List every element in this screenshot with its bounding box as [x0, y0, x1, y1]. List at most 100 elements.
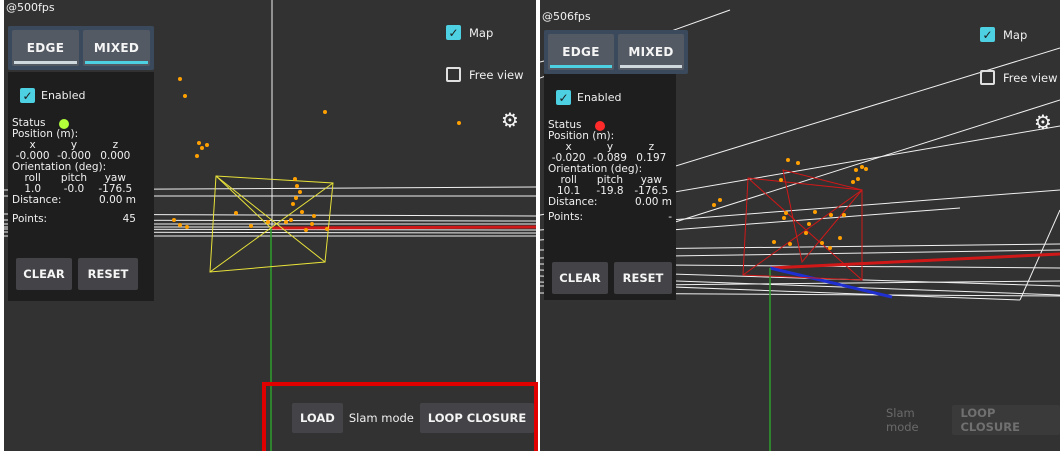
status-indicator-icon: [595, 120, 606, 131]
checkbox-checked-icon[interactable]: ✓: [980, 27, 995, 42]
checkbox-checked-icon[interactable]: ✓: [20, 88, 35, 103]
points-value: 45: [122, 213, 136, 225]
map-point: [854, 168, 858, 172]
map-point: [813, 210, 817, 214]
points-value: -: [668, 211, 672, 223]
map-toggle[interactable]: ✓ Map: [980, 27, 1027, 42]
fps-counter: @500fps: [6, 1, 55, 14]
map-point: [851, 180, 855, 184]
x-axis-line: [271, 225, 536, 230]
free-view-label: Free view: [469, 67, 524, 82]
map-point: [300, 210, 304, 214]
map-point: [249, 224, 253, 228]
tab-indicator: [620, 65, 682, 68]
map-point: [183, 94, 187, 98]
map-point: [842, 213, 846, 217]
gear-icon[interactable]: ⚙: [1034, 112, 1052, 132]
map-point: [325, 227, 329, 231]
map-point: [178, 223, 182, 227]
points-row: Points: 45: [12, 214, 136, 225]
tab-mixed[interactable]: MIXED: [618, 34, 684, 70]
slam-mode-label: Slam mode: [886, 406, 919, 434]
camera-frustum: [742, 169, 863, 281]
enabled-label: Enabled: [41, 89, 86, 102]
tab-edge[interactable]: EDGE: [12, 30, 79, 66]
x-axis-line: [769, 252, 1060, 270]
map-points: [102, 77, 461, 232]
tab-edge-label: EDGE: [26, 41, 65, 55]
free-view-toggle[interactable]: Free view: [980, 70, 1058, 85]
map-point: [310, 222, 314, 226]
enabled-toggle[interactable]: ✓ Enabled: [20, 88, 85, 103]
clear-button[interactable]: CLEAR: [552, 262, 608, 294]
tab-indicator: [14, 61, 77, 64]
distance-row: Distance: 0.00 m: [548, 197, 672, 208]
map-point: [200, 146, 204, 150]
tab-edge[interactable]: EDGE: [548, 34, 614, 70]
distance-label: Distance:: [12, 194, 62, 206]
slam-mode-button: LOOP CLOSURE: [952, 405, 1060, 435]
map-point: [712, 203, 716, 207]
gear-icon[interactable]: ⚙: [501, 110, 519, 130]
map-point: [312, 214, 316, 218]
map-point: [856, 177, 860, 181]
map-point: [829, 213, 833, 217]
map-label: Map: [1003, 27, 1028, 42]
enabled-label: Enabled: [577, 91, 622, 104]
enabled-toggle[interactable]: ✓ Enabled: [556, 90, 621, 105]
distance-label: Distance:: [548, 196, 598, 208]
map-point: [205, 143, 209, 147]
map-point: [804, 231, 808, 235]
map-toggle[interactable]: ✓ Map: [446, 25, 493, 40]
map-point: [779, 178, 783, 182]
viewer-right[interactable]: @506fps EDGE MIXED ✓ Enabled Status Posi…: [540, 0, 1060, 451]
status-indicator-icon: [59, 118, 70, 129]
highlight-box: [262, 382, 538, 451]
map-point: [295, 184, 299, 188]
map-point: [178, 77, 182, 81]
pose-info: Status Position (m): x y z -0.000 -0.000…: [12, 118, 148, 225]
map-point: [185, 225, 189, 229]
map-point: [298, 190, 302, 194]
map-point: [289, 218, 293, 222]
checkbox-checked-icon[interactable]: ✓: [556, 90, 571, 105]
points-row: Points: -: [548, 212, 672, 223]
reset-button[interactable]: RESET: [614, 262, 672, 294]
distance-row: Distance: 0.00 m: [12, 195, 136, 206]
map-point: [304, 228, 308, 232]
map-point: [828, 246, 832, 250]
points-label: Points:: [548, 211, 584, 223]
map-point: [718, 198, 722, 202]
map-point: [266, 220, 270, 224]
tab-indicator: [85, 61, 148, 64]
map-point: [782, 216, 786, 220]
map-point: [284, 220, 288, 224]
mode-tabs: EDGE MIXED: [544, 30, 688, 74]
checkbox-unchecked-icon[interactable]: [980, 70, 995, 85]
map-point: [807, 222, 811, 226]
map-point: [457, 121, 461, 125]
free-view-label: Free view: [1003, 70, 1058, 85]
map-point: [172, 218, 176, 222]
map-point: [197, 141, 201, 145]
checkbox-checked-icon[interactable]: ✓: [446, 25, 461, 40]
tab-mixed-label: MIXED: [93, 41, 140, 55]
checkbox-unchecked-icon[interactable]: [446, 67, 461, 82]
map-point: [788, 242, 792, 246]
tab-mixed[interactable]: MIXED: [83, 30, 150, 66]
points-label: Points:: [12, 213, 48, 225]
reset-button[interactable]: RESET: [78, 258, 138, 290]
map-point: [864, 167, 868, 171]
free-view-toggle[interactable]: Free view: [446, 67, 524, 82]
tab-mixed-label: MIXED: [628, 45, 674, 59]
distance-value: 0.00 m: [99, 194, 136, 206]
map-point: [838, 236, 842, 240]
map-point: [796, 161, 800, 165]
map-point: [291, 202, 295, 206]
map-point: [323, 110, 327, 114]
map-point: [820, 241, 824, 245]
tab-edge-label: EDGE: [562, 45, 600, 59]
clear-button[interactable]: CLEAR: [16, 258, 72, 290]
map-point: [195, 154, 199, 158]
map-point: [784, 211, 788, 215]
